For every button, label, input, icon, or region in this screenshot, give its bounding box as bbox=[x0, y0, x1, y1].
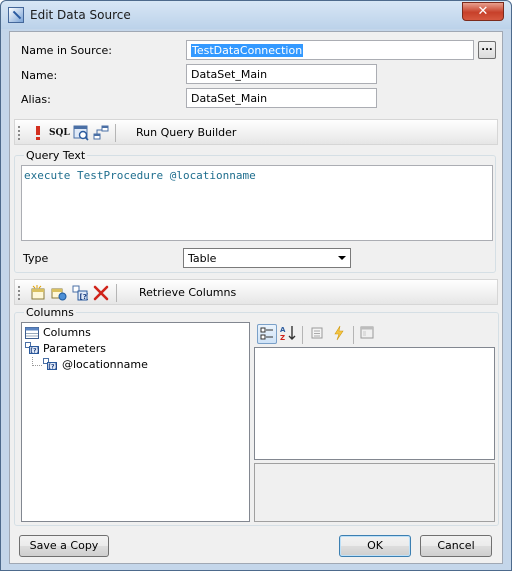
categorized-button[interactable] bbox=[257, 324, 277, 344]
name-label: Name: bbox=[21, 69, 58, 82]
new-parameter-icon[interactable]: [?] bbox=[72, 285, 88, 301]
close-button[interactable]: ✕ bbox=[462, 2, 504, 21]
type-select-value: Table bbox=[188, 252, 217, 265]
columns-icon bbox=[25, 327, 39, 339]
toolbar-separator bbox=[353, 326, 354, 344]
run-query-builder-button[interactable]: Run Query Builder bbox=[136, 126, 236, 139]
query-toolbar: SQL Run Query Builder bbox=[14, 119, 498, 145]
toolbar-grip[interactable] bbox=[18, 126, 21, 140]
svg-text:[?]: [?] bbox=[30, 348, 39, 354]
svg-text:[?]: [?] bbox=[48, 364, 57, 370]
ok-button[interactable]: OK bbox=[339, 535, 411, 557]
app-icon bbox=[8, 7, 24, 23]
run-icon[interactable] bbox=[30, 125, 46, 141]
svg-text:A: A bbox=[280, 326, 286, 334]
categorized-icon bbox=[260, 327, 273, 340]
delete-icon[interactable] bbox=[93, 285, 109, 301]
property-pages-icon bbox=[360, 326, 374, 339]
property-description-pane bbox=[254, 463, 495, 522]
type-label: Type bbox=[23, 252, 49, 265]
name-in-source-field[interactable]: TestDataConnection bbox=[186, 40, 474, 60]
properties-button[interactable] bbox=[308, 324, 328, 344]
edit-data-source-window: Edit Data Source ✕ Name in Source: TestD… bbox=[0, 0, 512, 571]
tree-item-label: Columns bbox=[43, 326, 91, 339]
sql-icon[interactable]: SQL bbox=[49, 125, 70, 141]
name-in-source-value: TestDataConnection bbox=[191, 44, 304, 57]
events-icon bbox=[334, 325, 344, 341]
tree-item-label: @locationname bbox=[62, 358, 148, 371]
name-field[interactable]: DataSet_Main bbox=[186, 64, 377, 84]
columns-toolbar: [?] Retrieve Columns bbox=[14, 279, 498, 305]
toolbar-separator bbox=[116, 284, 117, 302]
title-bar[interactable]: Edit Data Source ✕ bbox=[1, 1, 511, 29]
alphabetical-button[interactable]: A Z bbox=[279, 324, 299, 344]
type-select[interactable]: Table bbox=[183, 248, 351, 268]
property-pages-button[interactable] bbox=[358, 324, 378, 344]
cancel-button[interactable]: Cancel bbox=[420, 535, 492, 557]
name-in-source-label: Name in Source: bbox=[21, 44, 112, 57]
columns-group-label: Columns bbox=[24, 306, 76, 319]
alias-field[interactable]: DataSet_Main bbox=[186, 88, 377, 108]
new-calculated-column-icon[interactable] bbox=[51, 285, 67, 301]
window-title: Edit Data Source bbox=[30, 8, 131, 22]
tree-connector bbox=[32, 357, 42, 366]
view-query-icon[interactable] bbox=[73, 125, 89, 141]
properties-icon bbox=[311, 327, 323, 339]
svg-text:Z: Z bbox=[280, 334, 285, 342]
alphabetical-icon: A Z bbox=[280, 326, 296, 342]
query-builder-icon[interactable] bbox=[93, 125, 109, 141]
svg-text:[?]: [?] bbox=[80, 293, 89, 301]
new-column-icon[interactable] bbox=[30, 285, 46, 301]
parameter-icon: [?] bbox=[43, 358, 57, 370]
parameters-icon: [?] bbox=[25, 342, 39, 354]
retrieve-columns-button[interactable]: Retrieve Columns bbox=[139, 286, 236, 299]
alias-label: Alias: bbox=[21, 93, 51, 106]
save-a-copy-button[interactable]: Save a Copy bbox=[19, 535, 109, 557]
toolbar-grip[interactable] bbox=[18, 286, 21, 300]
toolbar-separator bbox=[302, 326, 303, 344]
chevron-down-icon bbox=[338, 256, 346, 260]
events-button[interactable] bbox=[330, 324, 350, 344]
toolbar-separator bbox=[115, 124, 116, 142]
dialog-client-area: Name in Source: TestDataConnection ... N… bbox=[9, 31, 503, 564]
browse-button[interactable]: ... bbox=[478, 41, 496, 59]
property-grid-toolbar: A Z bbox=[254, 322, 498, 346]
columns-tree[interactable]: Columns [?] Parameters [?] @locationname bbox=[21, 322, 250, 522]
query-text-editor[interactable]: execute TestProcedure @locationname bbox=[21, 165, 493, 241]
property-grid[interactable] bbox=[254, 347, 495, 460]
query-text-group-label: Query Text bbox=[24, 149, 88, 162]
tree-item-label: Parameters bbox=[43, 342, 106, 355]
